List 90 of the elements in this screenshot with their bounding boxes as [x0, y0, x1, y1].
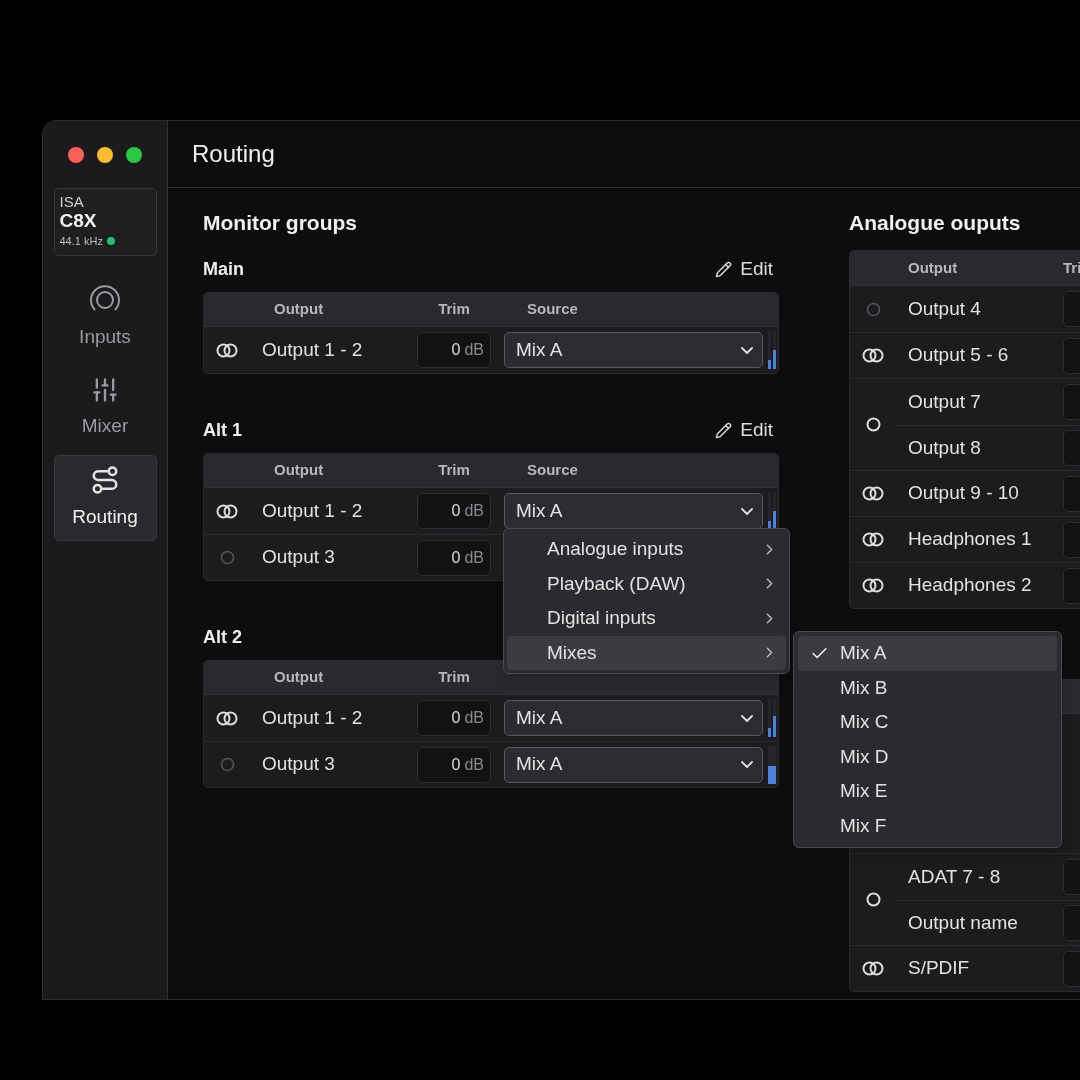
mixer-sliders-icon	[91, 375, 119, 404]
output-name: S/PDIF	[908, 957, 970, 979]
group-title: Main	[203, 257, 244, 281]
source-dropdown[interactable]: Mix A	[504, 493, 763, 529]
trim-field[interactable]: 0 dB	[417, 700, 491, 736]
pencil-icon	[715, 421, 733, 439]
trim-unit: dB	[464, 754, 484, 775]
trim-field[interactable]: 0 dB	[417, 746, 491, 783]
trim-unit: dB	[464, 547, 484, 568]
trim-unit: dB	[464, 501, 484, 521]
column-header: Output	[908, 258, 958, 276]
mono-channel-icon	[865, 301, 881, 317]
mono-channel-icon	[219, 757, 235, 772]
mono-channel-icon	[219, 550, 235, 565]
menu-item[interactable]: Mix E	[798, 774, 1057, 809]
output-name: Headphones 2	[908, 574, 1032, 596]
device-card[interactable]: ISA C8X 44.1 kHz	[53, 188, 157, 256]
trim-value: 0	[451, 340, 461, 360]
column-header: Source	[527, 300, 578, 318]
menu-item[interactable]: Analogue inputs	[507, 532, 786, 567]
output-name: Output 4	[908, 297, 981, 319]
menu-item[interactable]: Mix A	[798, 636, 1057, 671]
device-brand: ISA	[59, 193, 85, 210]
column-header: Output	[274, 668, 324, 686]
trim-field[interactable]: 0 dB	[417, 539, 491, 576]
column-header: Trim	[438, 460, 470, 481]
menu-item[interactable]: Playback (DAW)	[507, 566, 786, 601]
sidebar-nav-item[interactable]: Mixer	[53, 365, 157, 451]
trim-unit: dB	[464, 708, 484, 728]
column-header: Output	[274, 300, 324, 318]
sidebar-nav-item[interactable]: Routing	[53, 455, 157, 541]
menu-item[interactable]: Mixes	[507, 635, 786, 670]
output-name: Output name	[908, 911, 1018, 933]
output-name: Output 1 - 2	[262, 706, 363, 728]
menu-item[interactable]: Mix F	[798, 808, 1057, 843]
column-header: Output	[274, 461, 324, 479]
edit-button[interactable]: Edit	[715, 415, 773, 445]
section-title: Monitor groups	[203, 210, 357, 237]
column-header: Tri	[1063, 257, 1080, 278]
trim-unit: dB	[464, 340, 484, 360]
edit-button[interactable]: Edit	[715, 254, 773, 284]
trim-value: 0	[451, 754, 461, 775]
menu-item[interactable]: Mix D	[798, 739, 1057, 774]
output-name: Output 1 - 2	[262, 499, 363, 521]
menu-item[interactable]: Mix B	[798, 670, 1057, 705]
stereo-link-icon	[216, 503, 238, 519]
source-dropdown[interactable]: Mix A	[504, 700, 763, 736]
output-name: Output 8	[908, 436, 981, 458]
channel-pair-icon	[865, 417, 881, 432]
output-name: Output 3	[262, 753, 335, 775]
chevron-down-icon	[741, 346, 753, 354]
stereo-link-icon	[862, 578, 884, 593]
output-name: Output 9 - 10	[908, 482, 1019, 504]
trim-value: 0	[451, 708, 461, 728]
menu-item[interactable]: Digital inputs	[507, 601, 786, 636]
column-header: Source	[527, 461, 578, 479]
trim-field[interactable]: 0 dB	[417, 493, 491, 529]
menu-item[interactable]: Mix C	[798, 705, 1057, 740]
channel-pair-icon	[865, 892, 881, 907]
pencil-icon	[715, 260, 733, 278]
routing-icon	[90, 464, 120, 495]
stereo-link-icon	[862, 348, 884, 363]
chevron-down-icon	[741, 714, 753, 722]
output-name: Output 1 - 2	[262, 338, 363, 360]
column-header: Trim	[438, 299, 470, 320]
output-name: Output 5 - 6	[908, 344, 1009, 366]
trim-field[interactable]: 0 dB	[417, 332, 491, 368]
output-name: ADAT 7 - 8	[908, 865, 1001, 887]
trim-value: 0	[451, 501, 461, 521]
source-dropdown[interactable]: Mix A	[504, 332, 763, 368]
output-name: Headphones 1	[908, 528, 1032, 550]
chevron-down-icon	[741, 507, 753, 515]
stereo-link-icon	[862, 486, 884, 501]
source-dropdown[interactable]: Mix A	[504, 746, 763, 783]
stereo-link-icon	[862, 961, 884, 976]
section-title: Analogue ouputs	[849, 210, 1021, 237]
column-header: Trim	[438, 667, 470, 688]
group-title: Alt 2	[203, 625, 242, 649]
chevron-down-icon	[741, 761, 753, 768]
trim-value: 0	[451, 547, 461, 568]
output-name: Output 3	[262, 546, 335, 568]
window-title: Routing	[192, 139, 275, 169]
sidebar-nav-item[interactable]: Inputs	[53, 275, 157, 361]
stereo-link-icon	[216, 342, 238, 358]
sample-rate: 44.1 kHz	[59, 234, 103, 249]
stereo-link-icon	[862, 532, 884, 547]
group-title: Alt 1	[203, 418, 242, 442]
stereo-link-icon	[216, 710, 238, 726]
device-model: C8X	[59, 210, 98, 232]
output-name: Output 7	[908, 390, 981, 412]
